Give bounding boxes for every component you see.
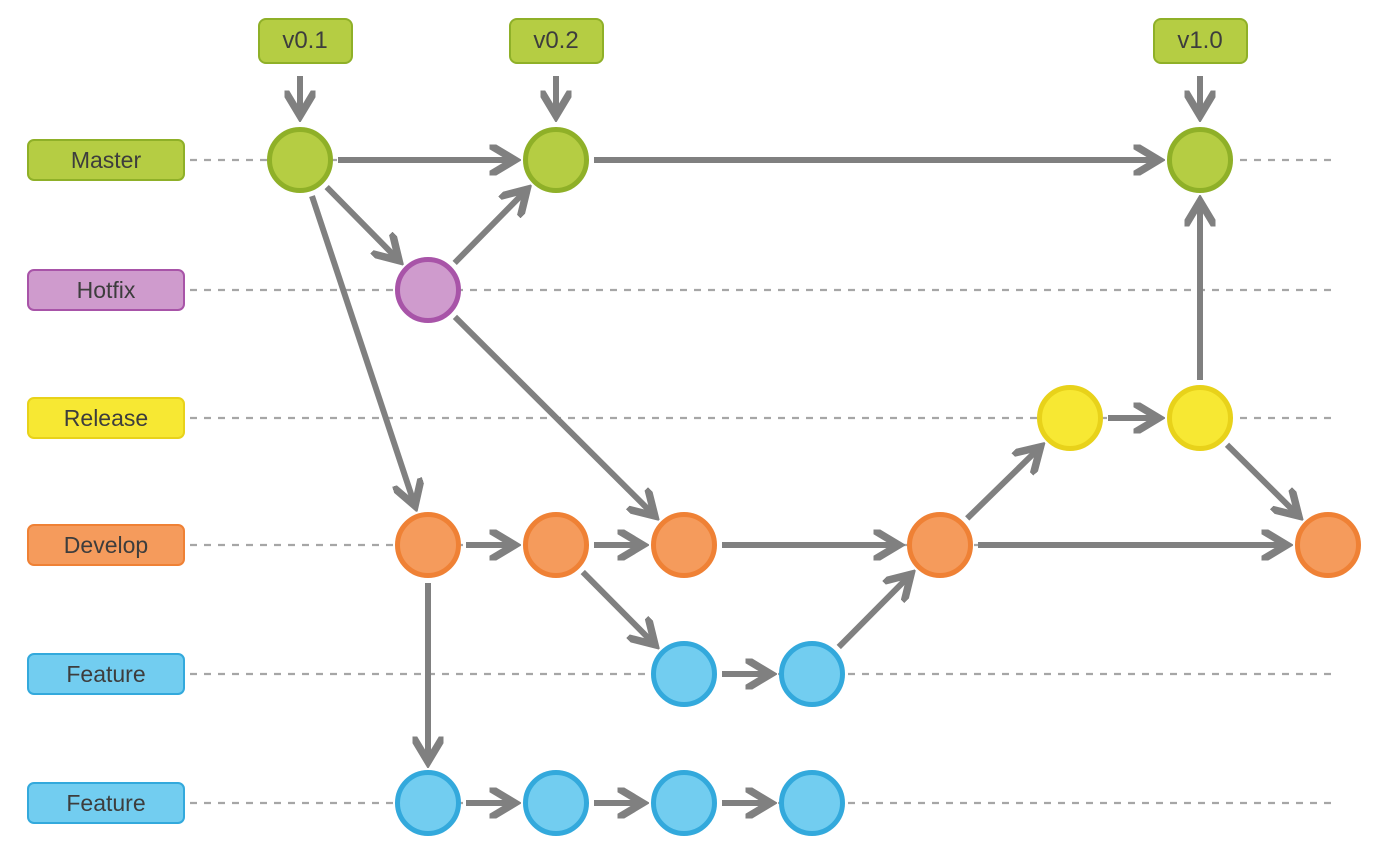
commit-node-m1 — [267, 127, 333, 193]
git-flow-diagram: Master Hotfix Release Develop Feature Feature… — [0, 0, 1400, 860]
branch-label-release[interactable]: Release — [27, 397, 185, 439]
commit-node-f2d — [779, 770, 845, 836]
tag-connector-arrows — [300, 76, 1200, 111]
commit-node-m2 — [523, 127, 589, 193]
edge-f1b-d4 — [836, 578, 908, 650]
commit-node-f1a — [651, 641, 717, 707]
edge-m1-h1 — [324, 184, 396, 257]
version-tag-v01[interactable]: v0.1 — [257, 18, 353, 64]
commit-node-h1 — [395, 257, 461, 323]
commit-node-layer — [267, 127, 1361, 836]
edge-d4-r1 — [965, 450, 1037, 521]
version-tag-v02[interactable]: v0.2 — [508, 18, 604, 64]
edge-r2-d5 — [1224, 442, 1295, 513]
commit-node-d4 — [907, 512, 973, 578]
commit-node-r2 — [1167, 385, 1233, 451]
branch-label-hotfix[interactable]: Hotfix — [27, 269, 185, 311]
commit-node-d5 — [1295, 512, 1361, 578]
commit-node-d3 — [651, 512, 717, 578]
branch-label-master[interactable]: Master — [27, 139, 185, 181]
edge-d2-f1a — [580, 569, 652, 641]
diagram-canvas — [190, 76, 1361, 836]
branch-label-feature2[interactable]: Feature — [27, 782, 185, 824]
commit-node-f2a — [395, 770, 461, 836]
commit-node-r1 — [1037, 385, 1103, 451]
commit-node-f1b — [779, 641, 845, 707]
lane-guide-lines — [190, 158, 1332, 805]
commit-node-f2b — [523, 770, 589, 836]
commit-node-f2c — [651, 770, 717, 836]
branch-label-develop[interactable]: Develop — [27, 524, 185, 566]
commit-node-d1 — [395, 512, 461, 578]
edge-m1-d1 — [309, 195, 413, 501]
edge-layer — [309, 160, 1295, 803]
edge-h1-m2 — [452, 193, 524, 266]
commit-node-d2 — [523, 512, 589, 578]
commit-node-m3 — [1167, 127, 1233, 193]
version-tag-v10[interactable]: v1.0 — [1152, 18, 1248, 64]
edge-h1-d3 — [452, 314, 651, 513]
branch-label-feature1[interactable]: Feature — [27, 653, 185, 695]
